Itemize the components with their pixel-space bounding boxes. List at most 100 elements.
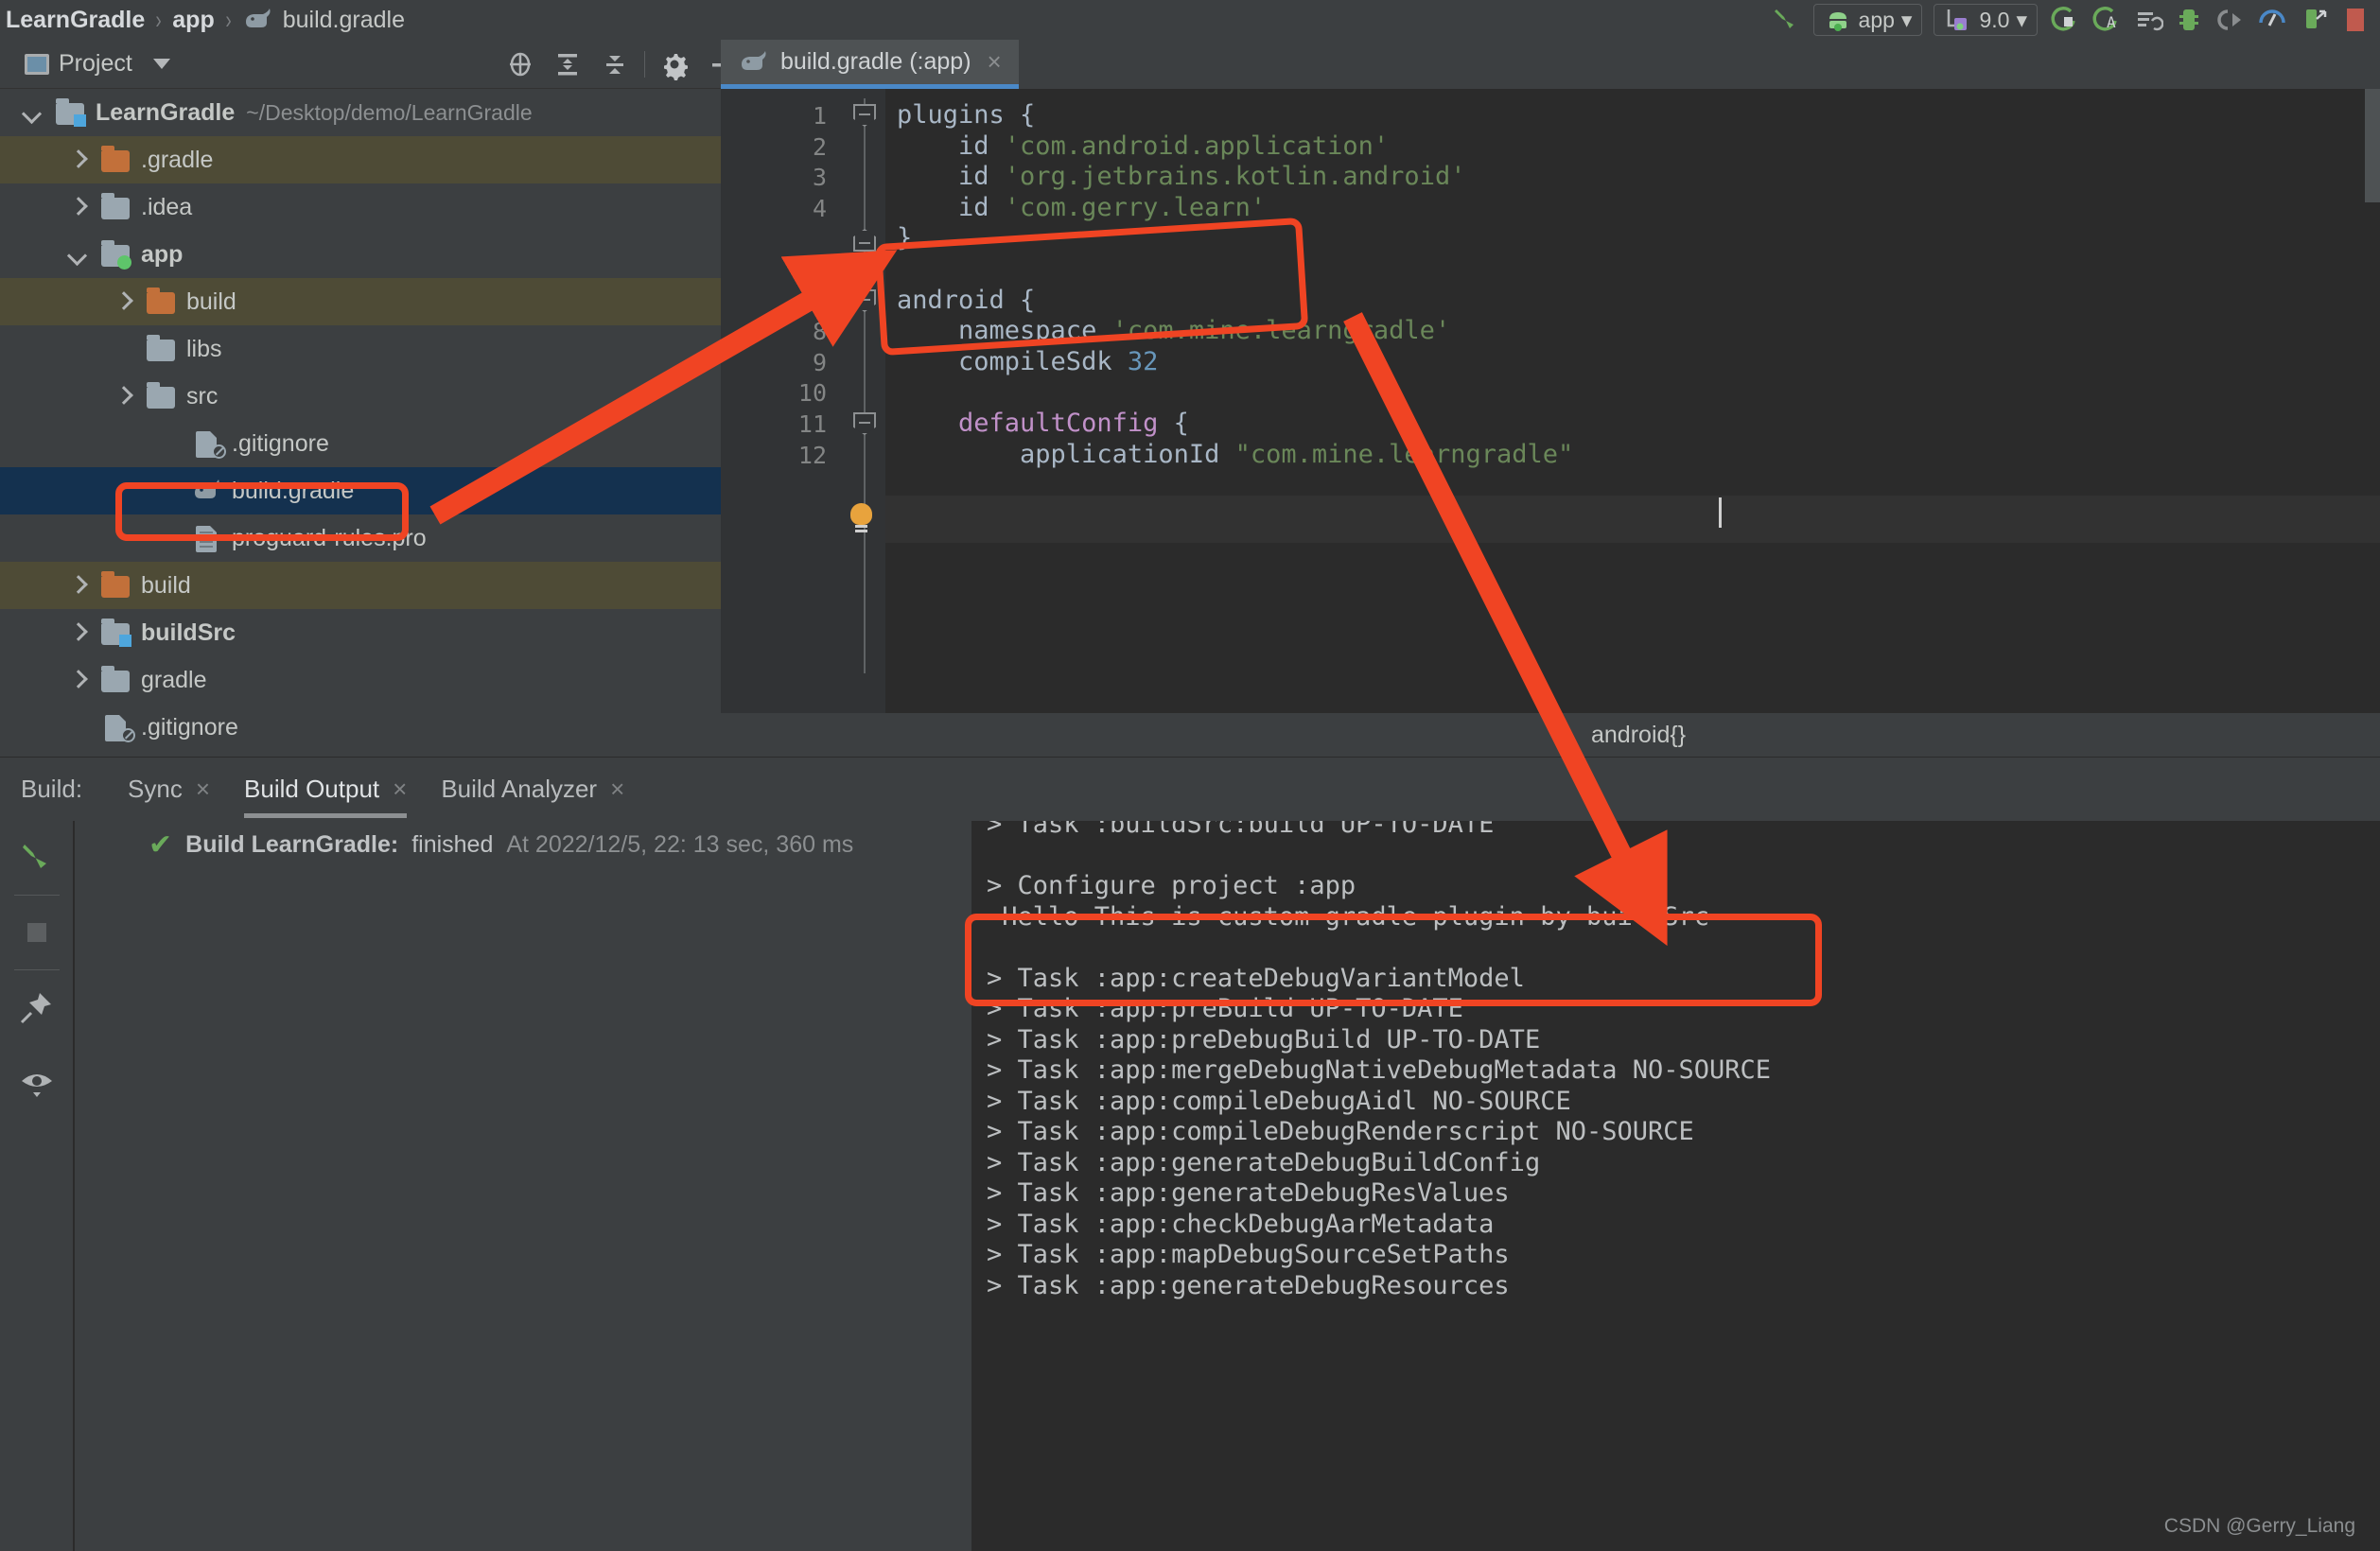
tree-row--gradle[interactable]: .gradle xyxy=(0,136,721,183)
pin-icon[interactable] xyxy=(0,970,74,1044)
tree-row-label: buildSrc xyxy=(141,619,236,647)
tree-row-label: build.gradle xyxy=(232,478,354,505)
close-icon[interactable]: × xyxy=(393,775,407,804)
tab-build-analyzer[interactable]: Build Analyzer × xyxy=(424,758,641,822)
stop-icon[interactable] xyxy=(0,896,74,969)
console-line: > Task :app:generateDebugResources xyxy=(987,1271,1510,1300)
code-line[interactable]: id 'com.android.application' xyxy=(897,133,1389,159)
top-breadcrumb-bar: LearnGradle › app › build.gradle xyxy=(0,0,2380,40)
code-line[interactable]: id 'com.gerry.learn' xyxy=(897,195,1266,220)
project-tree[interactable]: LearnGradle~/Desktop/demo/LearnGradle.gr… xyxy=(0,89,721,757)
tree-row-label: libs xyxy=(186,336,222,363)
tab-sync[interactable]: Sync × xyxy=(111,758,227,822)
device-selector[interactable]: 9.0 ▾ xyxy=(1934,4,2038,36)
device-explorer-icon[interactable] xyxy=(2293,1,2335,39)
build-output-console[interactable]: > Task :buildSrc:build UP-TO-DATE > Confi… xyxy=(971,821,2380,1551)
chevron-right-icon[interactable] xyxy=(66,622,87,643)
tree-row-build-gradle[interactable]: build.gradle xyxy=(0,467,721,514)
breadcrumb-item-file[interactable]: build.gradle xyxy=(236,7,411,34)
tree-row-buildsrc[interactable]: buildSrc xyxy=(0,609,721,656)
gear-icon[interactable] xyxy=(651,44,698,85)
editor-tab-build-gradle[interactable]: build.gradle (:app) × xyxy=(721,40,1019,89)
tree-row-build[interactable]: build xyxy=(0,562,721,609)
chevron-right-icon[interactable] xyxy=(66,670,87,690)
hammer-icon[interactable] xyxy=(1766,1,1808,39)
console-line: > Task :app:preBuild UP-TO-DATE xyxy=(987,994,1463,1023)
tree-row--gitignore[interactable]: .gitignore xyxy=(0,420,721,467)
eye-icon[interactable] xyxy=(0,1044,74,1118)
tab-build-output[interactable]: Build Output × xyxy=(227,758,424,822)
device-icon xyxy=(1944,7,1972,33)
tree-row-learngradle[interactable]: LearnGradle~/Desktop/demo/LearnGradle xyxy=(0,89,721,136)
folder-orange-icon xyxy=(100,146,132,174)
chevron-right-icon[interactable] xyxy=(112,386,132,407)
code-line[interactable]: android { xyxy=(897,288,1035,313)
code-folding-column[interactable] xyxy=(844,89,885,713)
tree-row-label: .idea xyxy=(141,194,192,221)
close-icon[interactable]: × xyxy=(196,775,210,804)
tree-row-app[interactable]: app xyxy=(0,231,721,278)
expand-all-icon[interactable] xyxy=(544,44,591,85)
run-configuration-selector[interactable]: app ▾ xyxy=(1813,4,1923,36)
code-line[interactable]: compileSdk 32 xyxy=(897,349,1158,375)
chevron-right-icon[interactable] xyxy=(112,291,132,312)
code-line[interactable]: id 'org.jetbrains.kotlin.android' xyxy=(897,164,1465,189)
text-caret xyxy=(1719,497,1722,528)
profiler-icon[interactable] xyxy=(2251,1,2293,39)
hammer-icon[interactable] xyxy=(0,821,74,895)
code-line[interactable]: applicationId "com.mine.learngradle" xyxy=(897,442,1573,467)
tree-spacer xyxy=(157,528,178,549)
breadcrumb-separator: › xyxy=(153,6,165,35)
tree-row-label: proguard-rules.pro xyxy=(232,525,427,552)
avd-manager-icon[interactable] xyxy=(2168,1,2210,39)
success-check-icon: ✔ xyxy=(149,828,172,862)
run-anything-icon[interactable] xyxy=(2210,1,2251,39)
breadcrumb-item-module[interactable]: app xyxy=(166,7,219,34)
fold-toggle-plugins[interactable] xyxy=(853,104,876,127)
editor-scrollbar[interactable] xyxy=(2365,89,2380,202)
console-line: Hello This is custom gradle plugin by bu… xyxy=(987,902,1709,932)
code-line[interactable]: } xyxy=(897,225,912,251)
tree-row-label: build xyxy=(141,572,191,600)
tree-row-gradle[interactable]: gradle xyxy=(0,656,721,704)
tree-row-src[interactable]: src xyxy=(0,373,721,420)
project-view-selector[interactable]: Project xyxy=(0,50,170,78)
close-icon[interactable]: × xyxy=(988,47,1002,77)
close-icon[interactable]: × xyxy=(610,775,624,804)
chevron-right-icon[interactable] xyxy=(66,575,87,596)
attach-debugger-icon[interactable]: A xyxy=(2085,1,2126,39)
code-line[interactable]: namespace 'com.mine.learngradle' xyxy=(897,318,1450,343)
line-number: 3 xyxy=(813,164,827,191)
locate-icon[interactable] xyxy=(497,44,544,85)
chevron-down-icon[interactable] xyxy=(21,102,42,123)
build-output-tree[interactable]: ✔ Build LearnGradle: finished At 2022/12… xyxy=(75,821,971,1551)
tree-row-libs[interactable]: libs xyxy=(0,325,721,373)
project-icon xyxy=(25,54,49,75)
sync-project-icon[interactable] xyxy=(2126,1,2168,39)
console-line: > Configure project :app xyxy=(987,871,1356,900)
tab-label: Sync xyxy=(128,775,183,804)
code-line[interactable]: defaultConfig { xyxy=(897,410,1189,436)
code-line[interactable]: plugins { xyxy=(897,102,1035,128)
chevron-right-icon[interactable] xyxy=(66,197,87,218)
chevron-down-icon[interactable] xyxy=(66,244,87,265)
tree-row-build[interactable]: build xyxy=(0,278,721,325)
tree-row--idea[interactable]: .idea xyxy=(0,183,721,231)
line-number: 8 xyxy=(813,318,827,345)
chevron-right-icon[interactable] xyxy=(66,149,87,170)
tree-row-proguard-rules-pro[interactable]: proguard-rules.pro xyxy=(0,514,721,562)
breadcrumb-item-project[interactable]: LearnGradle xyxy=(0,7,150,34)
search-everywhere-icon[interactable] xyxy=(2335,1,2376,39)
run-icon[interactable] xyxy=(2043,1,2085,39)
code-editor[interactable]: 12346789101112 plugins { id 'com.android… xyxy=(721,89,2380,713)
build-result-row[interactable]: ✔ Build LearnGradle: finished At 2022/12… xyxy=(75,821,971,868)
collapse-all-icon[interactable] xyxy=(591,44,639,85)
fold-toggle-android[interactable] xyxy=(853,289,876,312)
tree-row--gitignore[interactable]: .gitignore xyxy=(0,704,721,751)
fold-toggle-plugins-end[interactable] xyxy=(853,229,876,252)
intention-bulb-icon[interactable] xyxy=(848,503,876,535)
tree-row-label: gradle xyxy=(141,667,207,694)
console-line: > Task :buildSrc:build UP-TO-DATE xyxy=(987,821,1494,839)
fold-toggle-defaultconfig[interactable] xyxy=(853,412,876,435)
console-line: > Task :app:compileDebugRenderscript NO-… xyxy=(987,1117,1694,1146)
